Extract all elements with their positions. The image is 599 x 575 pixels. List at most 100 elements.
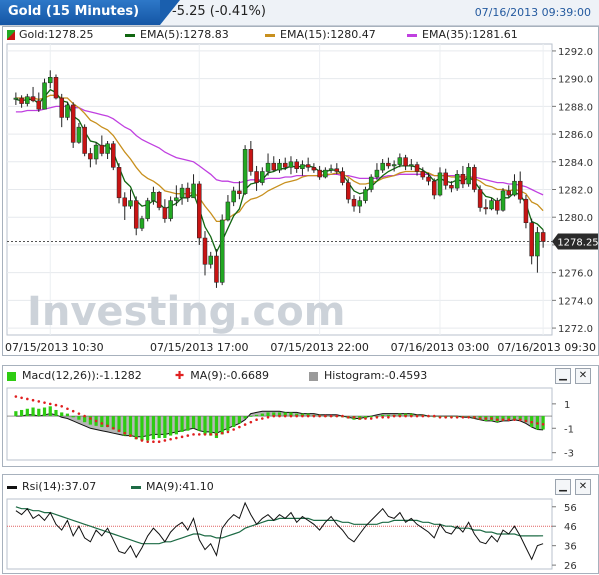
candle-body [397,157,403,165]
candle-body [466,167,471,185]
legend-macd: Macd(12,26)):-1.1282 [7,369,142,383]
candle-body [242,149,248,194]
macd-histogram-bar [209,416,213,436]
macd-signal-dot [278,414,281,418]
macd-signal-dot [83,414,86,418]
legend-ema15: EMA(15):1280.47 [265,28,376,42]
rsi-y-tick-label: 56 [564,503,577,514]
macd-histogram-bar [77,416,81,420]
legend-macd-ma-label: MA(9):-0.6689 [190,369,269,382]
macd-signal-dot [358,417,362,420]
y-tick-label: 1292.0 [558,47,593,58]
legend-ema35: EMA(35):1281.61 [407,28,518,42]
macd-histogram-bar [237,416,241,424]
candle-body [260,171,265,183]
candle-body [145,200,150,219]
candle-body [111,143,116,168]
macd-signal-dot [495,418,499,422]
macd-y-tick-label: -1 [564,424,574,435]
macd-histogram-bar [541,416,545,430]
y-tick-label: 1276.0 [558,269,593,280]
candle-body [179,187,185,199]
legend-ema5-label: EMA(5):1278.83 [140,28,229,41]
macd-histogram-bar [260,413,264,417]
candle-body [409,164,414,167]
ema5-swatch-icon [125,33,135,37]
candle-body [443,172,448,186]
macd-signal-dot [94,419,98,423]
macd-signal-dot [346,415,350,419]
macd-histogram-bar [100,416,104,428]
candle-body [30,96,36,102]
macd-minimize-button[interactable]: ▁ [555,368,571,384]
price-chart[interactable]: 1272.01274.01276.01278.01280.01282.01284… [3,42,598,355]
ema15-swatch-icon [265,33,275,37]
candle-body [225,201,231,221]
rsi-minimize-button[interactable]: ▁ [555,479,571,495]
macd-histogram-bar [254,414,259,417]
candle-body [403,157,408,167]
macd-signal-dot [381,415,384,419]
rsi-close-button[interactable]: ✕ [575,479,591,495]
macd-histogram-bar [65,413,70,417]
macd-histogram-bar [226,416,230,431]
macd-histogram-bar [60,412,64,417]
candle-body [116,167,122,199]
macd-signal-dot [48,402,52,406]
candle-body [25,96,30,104]
macd-signal-dot [455,415,459,419]
macd-signal-dot [438,415,442,419]
legend-ema35-label: EMA(35):1281.61 [422,28,518,41]
candle-body [368,176,374,190]
y-tick-label: 1290.0 [558,75,593,86]
candle-body [133,200,139,229]
plus-icon: ✚ [175,369,185,382]
macd-signal-dot [375,415,379,419]
x-tick-label: 07/15/2013 22:00 [270,341,369,354]
macd-signal-dot [197,433,201,436]
macd-histogram-bar [243,416,247,419]
chart-header: Gold (15 Minutes) -5.25 (-0.41%) 07/16/2… [0,0,599,26]
candle-body [328,168,334,171]
candle-body [151,192,156,201]
candle-body [449,185,454,189]
macd-signal-dot [89,417,92,420]
x-tick-label: 07/15/2013 17:00 [150,341,249,354]
candle-body [523,198,529,224]
macd-close-button[interactable]: ✕ [575,368,591,384]
price-change: -5.25 (-0.41%) [172,4,266,19]
macd-histogram-bar [266,412,270,417]
macd-histogram-bar [151,416,156,440]
legend-histogram: Histogram:-0.4593 [309,369,427,383]
macd-signal-dot [410,414,413,418]
candle-body [460,174,466,185]
macd-histogram-bar [169,416,173,436]
y-tick-label: 1272.0 [558,324,593,335]
legend-rsi-label: Rsi(14):37.07 [22,480,97,493]
macd-histogram-bar [369,416,373,418]
macd-y-tick-label: -3 [564,449,574,460]
candle-body [248,149,254,172]
candle-body [529,222,534,257]
macd-signal-dot [398,414,402,418]
macd-y-tick-label: 1 [564,400,570,411]
macd-histogram-bar [220,416,224,435]
legend-ema15-label: EMA(15):1280.47 [280,28,376,41]
macd-signal-dot [501,418,505,422]
macd-signal-dot [152,440,155,443]
macd-signal-dot [301,414,304,418]
candle-body [363,189,368,201]
rsi-legend: Rsi(14):37.07 MA(9):41.10 [7,480,547,494]
rsi-chart[interactable]: 56 46 36 26 [3,497,598,572]
candle-body [208,255,213,265]
macd-signal-dot [341,414,344,418]
legend-histogram-label: Histogram:-0.4593 [324,369,428,382]
candle-body [214,255,219,283]
candle-body [288,161,294,168]
macd-chart[interactable]: 1 -1 -3 [3,386,598,464]
macd-signal-dot [392,414,396,418]
macd-signal-dot [14,395,18,398]
rsi-panel: Rsi(14):37.07 MA(9):41.10 ▁ ✕ 56 46 36 26 [2,474,599,574]
macd-signal-dot [123,431,127,435]
macd-signal-dot [215,433,218,436]
